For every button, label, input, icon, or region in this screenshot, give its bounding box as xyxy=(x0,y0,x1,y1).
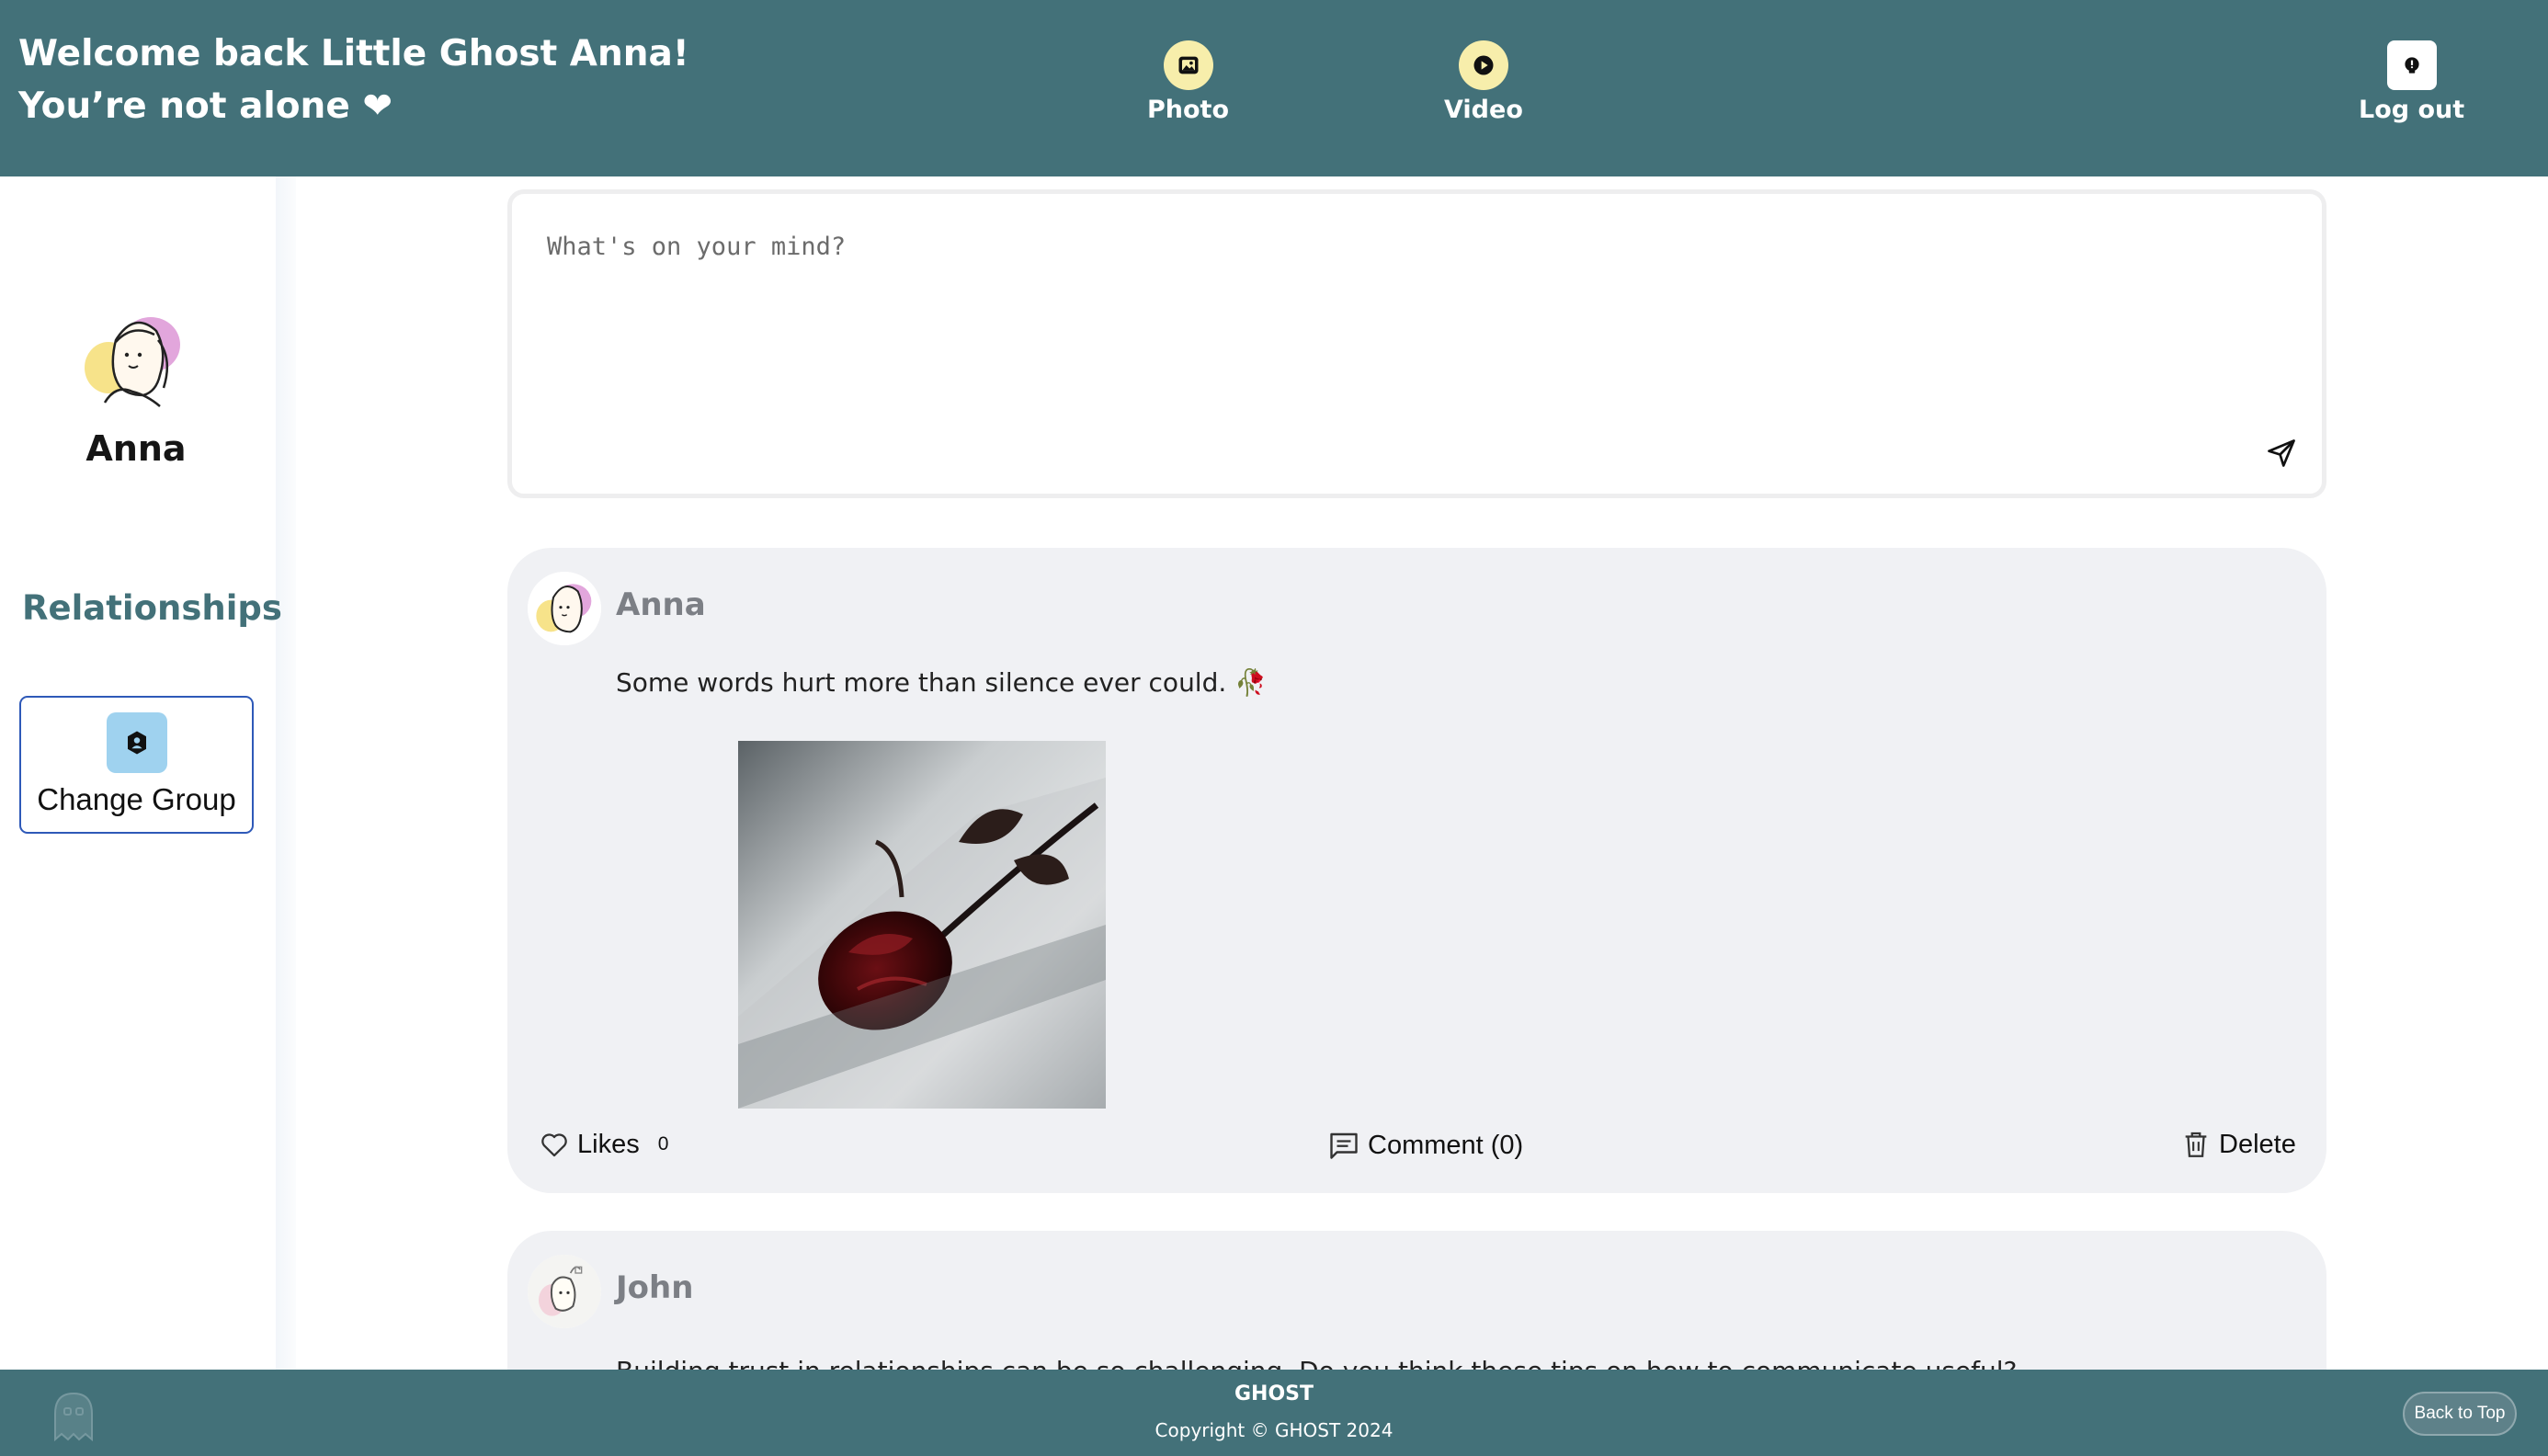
post-avatar xyxy=(528,1255,601,1328)
post-author[interactable]: John xyxy=(616,1269,693,1306)
user-avatar xyxy=(79,303,189,414)
post-composer xyxy=(507,189,2326,498)
welcome-message: Welcome back Little Ghost Anna! You’re n… xyxy=(18,28,689,132)
top-header: Welcome back Little Ghost Anna! You’re n… xyxy=(0,0,2548,176)
back-to-top-button[interactable]: Back to Top xyxy=(2403,1392,2517,1436)
video-icon xyxy=(1458,40,1508,90)
user-name: Anna xyxy=(85,428,187,469)
group-icon xyxy=(106,712,167,773)
delete-button[interactable]: Delete xyxy=(2180,1129,2296,1160)
section-title: Relationships xyxy=(22,588,282,628)
comment-label: Comment (0) xyxy=(1368,1130,1524,1160)
trash-icon xyxy=(2185,1132,2207,1157)
send-icon[interactable] xyxy=(2265,437,2298,470)
video-button[interactable]: Video xyxy=(1444,40,1523,124)
photo-icon xyxy=(1163,40,1213,90)
logout-button[interactable]: Log out xyxy=(2359,40,2464,124)
welcome-line-1: Welcome back Little Ghost Anna! xyxy=(18,33,689,74)
delete-label: Delete xyxy=(2219,1129,2296,1159)
logout-label: Log out xyxy=(2359,96,2465,124)
change-group-button[interactable]: Change Group xyxy=(19,696,254,834)
heart-icon xyxy=(541,1133,567,1157)
change-group-label: Change Group xyxy=(37,782,236,816)
photo-label: Photo xyxy=(1147,96,1230,124)
post-actions: Likes 0 Comment (0) Delete xyxy=(507,1129,2326,1175)
photo-button[interactable]: Photo xyxy=(1147,40,1229,124)
likes-count: 0 xyxy=(657,1133,669,1155)
post-avatar xyxy=(528,572,601,645)
post-input[interactable] xyxy=(545,231,2273,415)
post-text: Some words hurt more than silence ever c… xyxy=(616,667,1268,698)
post-author[interactable]: Anna xyxy=(616,586,706,623)
welcome-line-2: You’re not alone ❤ xyxy=(18,85,393,127)
comment-icon xyxy=(1330,1132,1358,1159)
sidebar-divider xyxy=(276,176,296,1370)
post-card: Anna Some words hurt more than silence e… xyxy=(507,548,2326,1193)
like-button[interactable]: Likes 0 xyxy=(539,1129,668,1160)
footer-copyright: Copyright © GHOST 2024 xyxy=(1155,1419,1393,1441)
comment-button[interactable]: Comment (0) xyxy=(1327,1129,1523,1162)
video-label: Video xyxy=(1444,96,1523,124)
post-image[interactable] xyxy=(738,741,1106,1109)
footer-brand: GHOST xyxy=(1234,1382,1314,1405)
likes-label: Likes xyxy=(577,1129,640,1159)
footer: GHOST Copyright © GHOST 2024 Back to Top xyxy=(0,1370,2548,1456)
logout-icon xyxy=(2386,40,2437,90)
